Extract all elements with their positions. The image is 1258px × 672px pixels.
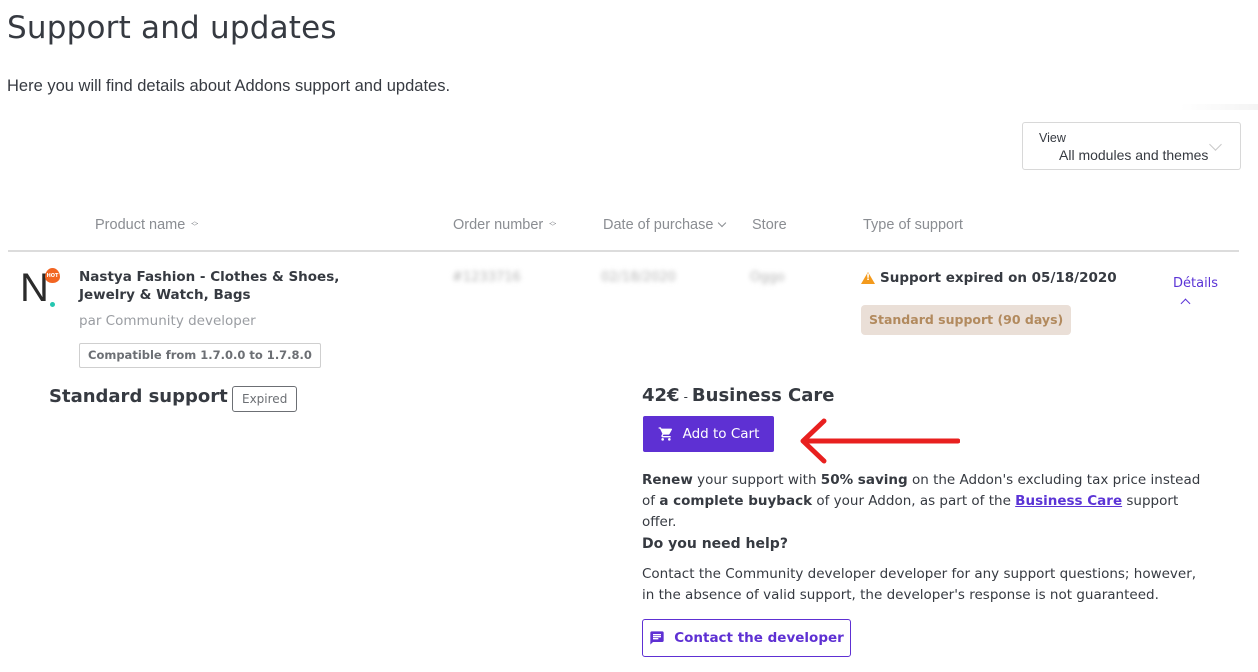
column-label: Product name	[95, 217, 186, 233]
column-label: Date of purchase	[603, 217, 714, 233]
column-date-of-purchase[interactable]: Date of purchase	[603, 217, 727, 233]
view-filter-select[interactable]: View All modules and themes	[1022, 122, 1241, 170]
support-status: Support expired on 05/18/2020	[861, 270, 1117, 286]
details-link[interactable]: Détails	[1173, 276, 1218, 291]
contact-developer-label: Contact the developer	[674, 630, 844, 646]
column-order-number[interactable]: Order number ︿ ﹀	[453, 217, 556, 233]
offer-title: 42€ - Business Care	[642, 385, 835, 406]
offer-name: Business Care	[691, 385, 835, 406]
offer-price: 42€	[642, 385, 680, 406]
column-label: Store	[752, 217, 787, 233]
view-filter-value: All modules and themes	[1059, 147, 1209, 163]
product-author: par Community developer	[79, 313, 256, 329]
help-text: Contact the Community developer develope…	[642, 566, 1197, 603]
add-to-cart-button[interactable]: Add to Cart	[643, 416, 774, 452]
page-title: Support and updates	[7, 10, 337, 46]
order-number: #1233716	[452, 270, 521, 285]
sort-desc-icon	[718, 218, 727, 228]
sort-icon: ︿ ﹀	[549, 218, 557, 231]
chat-icon	[650, 631, 664, 645]
add-to-cart-label: Add to Cart	[682, 426, 760, 442]
product-logo: N HOT	[18, 268, 62, 312]
chevron-up-icon[interactable]	[1180, 298, 1191, 309]
store-name: Oggo	[750, 270, 785, 285]
column-type-of-support: Type of support	[863, 217, 963, 233]
column-label: Type of support	[863, 217, 963, 233]
compatibility-badge: Compatible from 1.7.0.0 to 1.7.8.0	[79, 343, 321, 368]
top-fade	[1180, 104, 1258, 110]
sort-icon: ︿ ﹀	[191, 218, 199, 231]
chevron-down-icon	[1209, 138, 1222, 151]
support-type-badge: Standard support (90 days)	[861, 305, 1072, 335]
renew-description: Renew your support with 50% saving on th…	[642, 470, 1212, 533]
buyback-strong: a complete buyback	[659, 493, 813, 509]
cart-icon	[658, 427, 672, 441]
plan-title: Standard support	[49, 386, 228, 407]
annotation-arrow-icon	[800, 418, 960, 464]
hot-flame-icon: HOT	[45, 268, 60, 283]
page-subtitle: Here you will find details about Addons …	[7, 77, 451, 95]
renew-text-part: your support with	[692, 472, 821, 488]
column-store: Store	[752, 217, 787, 233]
offer-separator: -	[683, 390, 688, 404]
contact-developer-button[interactable]: Contact the developer	[642, 619, 851, 657]
view-filter-label: View	[1039, 131, 1066, 145]
product-name: Nastya Fashion - Clothes & Shoes, Jewelr…	[79, 269, 340, 303]
expired-badge: Expired	[232, 386, 298, 412]
column-label: Order number	[453, 217, 544, 233]
table-header: Product name ︿ ﹀ Order number ︿ ﹀ Date of …	[8, 214, 1239, 252]
date-of-purchase: 02/18/2020	[601, 270, 676, 285]
warning-icon	[861, 272, 875, 284]
business-care-link[interactable]: Business Care	[1015, 493, 1122, 509]
renew-text-part: of your Addon, as part of the	[812, 493, 1016, 509]
column-product-name[interactable]: Product name ︿ ﹀	[95, 217, 198, 233]
support-status-text: Support expired on 05/18/2020	[880, 270, 1117, 286]
logo-dot	[50, 302, 55, 307]
saving-strong: 50% saving	[820, 472, 908, 488]
help-title: Do you need help?	[642, 536, 788, 552]
renew-strong: Renew	[642, 472, 693, 488]
